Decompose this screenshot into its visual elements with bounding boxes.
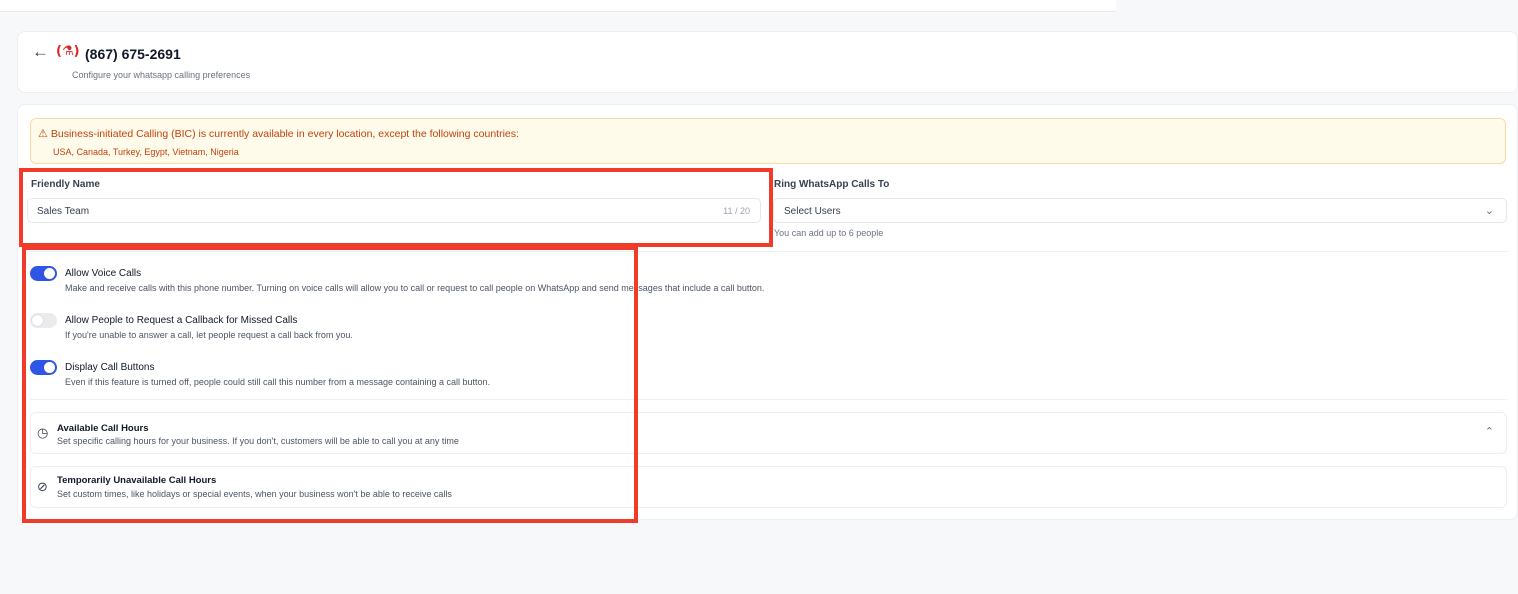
unavailable-call-hours-title: Temporarily Unavailable Call Hours [57,475,217,486]
display-call-buttons-description: Even if this feature is turned off, peop… [65,377,491,387]
available-call-hours-description: Set specific calling hours for your busi… [57,436,459,446]
callback-request-title: Allow People to Request a Callback for M… [65,315,298,326]
bic-warning-banner: ⚠ Business-initiated Calling (BIC) is cur… [30,118,1506,164]
chevron-down-icon: ⌄ [1484,205,1494,217]
select-users-dropdown[interactable]: Select Users ⌄ [773,198,1507,223]
page-header: ← (⚗) (867) 675-2691 Configure your what… [17,31,1518,93]
warning-icon: ⚠ [38,127,48,140]
friendly-name-value: Sales Team [37,206,90,217]
available-call-hours-section[interactable]: ◷ Available Call Hours Set specific call… [30,412,1507,454]
chevron-up-icon[interactable]: ⌃ [1485,425,1494,438]
ring-calls-hint: You can add up to 6 people [774,228,884,238]
friendly-name-input[interactable]: Sales Team 11 / 20 [27,198,761,223]
canada-flag-icon: (⚗) [56,44,80,59]
ring-calls-label: Ring WhatsApp Calls To [774,179,890,190]
top-bar [0,0,1116,12]
page-title: (867) 675-2691 [85,46,181,62]
allow-voice-calls-title: Allow Voice Calls [65,268,142,279]
divider [30,399,1507,400]
display-call-buttons-title: Display Call Buttons [65,362,155,373]
unavailable-call-hours-section[interactable]: ⊘ Temporarily Unavailable Call Hours Set… [30,466,1507,508]
callback-request-toggle[interactable] [30,313,57,328]
available-call-hours-title: Available Call Hours [57,423,149,434]
prohibited-icon: ⊘ [37,480,48,495]
banner-title: Business-initiated Calling (BIC) is curr… [50,128,519,140]
arrow-left-icon[interactable]: ← [32,42,49,62]
allow-voice-calls-toggle[interactable] [30,266,57,281]
display-call-buttons-toggle[interactable] [30,360,57,375]
character-counter: 11 / 20 [723,206,750,216]
clock-icon: ◷ [37,426,49,441]
unavailable-call-hours-description: Set custom times, like holidays or speci… [57,489,452,499]
callback-request-description: If you're unable to answer a call, let p… [65,330,353,340]
page-subtitle: Configure your whatsapp calling preferen… [72,70,251,80]
banner-countries: USA, Canada, Turkey, Egypt, Vietnam, Nig… [53,147,239,157]
allow-voice-calls-description: Make and receive calls with this phone n… [65,283,765,293]
divider [30,251,1507,252]
select-users-placeholder: Select Users [784,206,841,217]
settings-card: ⚠ Business-initiated Calling (BIC) is cur… [17,104,1518,520]
friendly-name-label: Friendly Name [31,179,100,190]
